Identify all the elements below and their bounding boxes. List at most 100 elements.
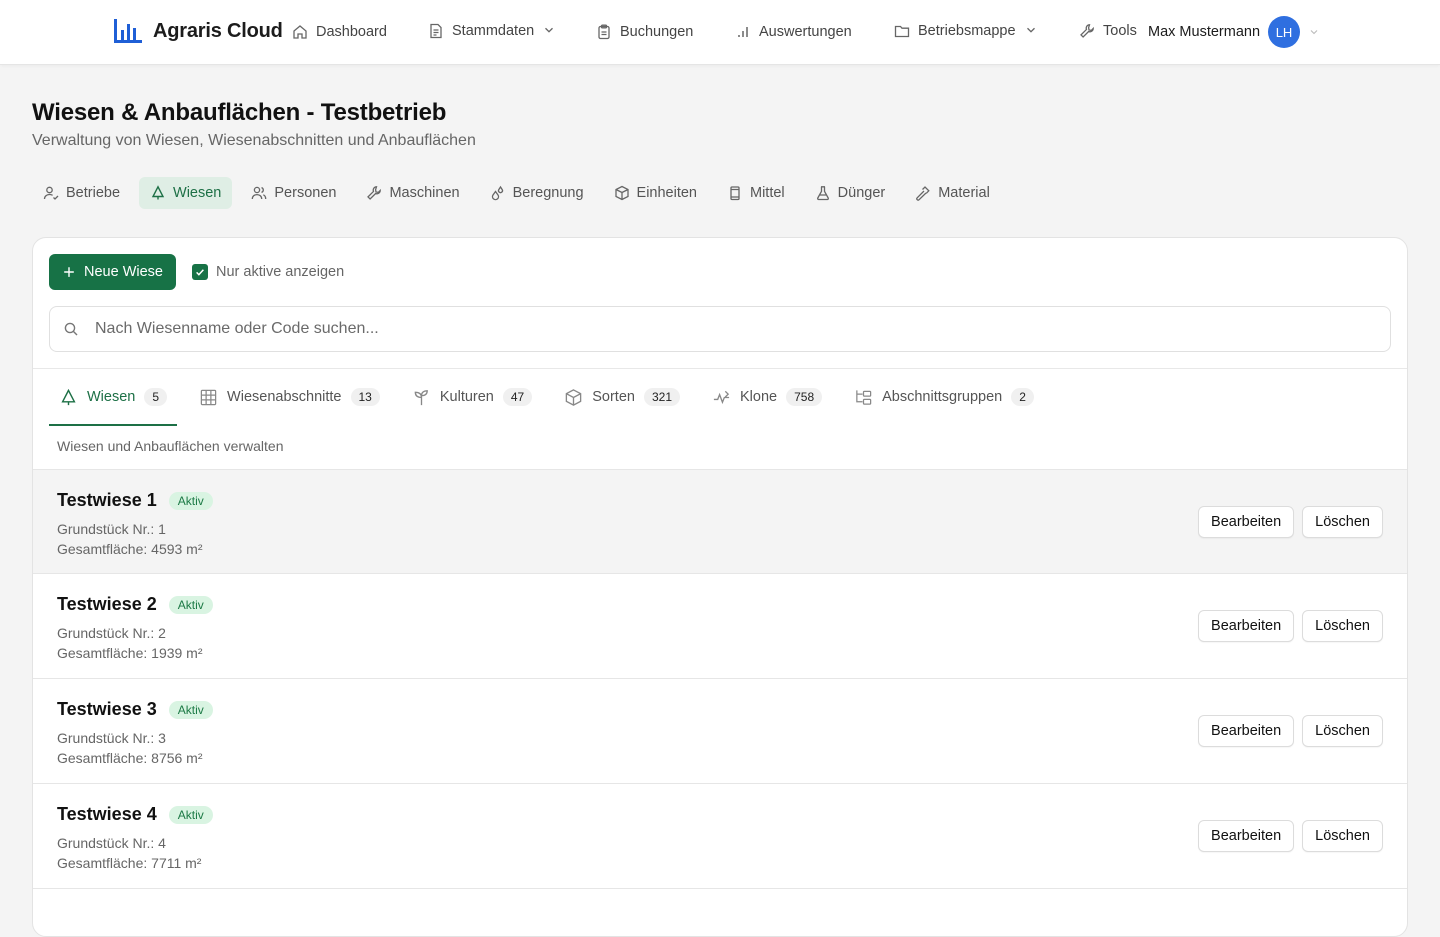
- subtab-wiesen[interactable]: Wiesen 5: [49, 370, 178, 426]
- user-menu[interactable]: Max Mustermann LH: [1148, 16, 1320, 48]
- edit-button[interactable]: Bearbeiten: [1198, 820, 1295, 852]
- document-icon: [428, 23, 444, 39]
- count-badge: 758: [786, 388, 823, 406]
- subtab-kulturen[interactable]: Kulturen 47: [402, 370, 542, 426]
- folder-icon: [894, 23, 910, 39]
- nav-auswertungen[interactable]: Auswertungen: [735, 21, 852, 43]
- wrench-icon: [1079, 23, 1095, 39]
- tab-label: Dünger: [837, 185, 886, 201]
- edit-button[interactable]: Bearbeiten: [1198, 610, 1295, 642]
- brand-name: Agraris Cloud: [153, 19, 283, 42]
- nav-dashboard[interactable]: Dashboard: [292, 21, 387, 43]
- brand[interactable]: Agraris Cloud: [113, 17, 283, 45]
- meadow-name: Testwiese 2: [57, 594, 157, 614]
- signal-bars-icon: [735, 24, 751, 40]
- edit-button[interactable]: Bearbeiten: [1198, 715, 1295, 747]
- parcel-number: Grundstück Nr.: 2: [57, 625, 166, 641]
- subtab-label: Klone: [740, 389, 778, 405]
- parcel-number: Grundstück Nr.: 3: [57, 730, 166, 746]
- subtab-label: Wiesen: [87, 389, 136, 405]
- subtab-wiesenabschnitte[interactable]: Wiesenabschnitte 13: [189, 370, 390, 426]
- search-box[interactable]: [49, 306, 1391, 352]
- subtab-klone[interactable]: Klone 758: [702, 370, 832, 426]
- subtab-label: Sorten: [592, 389, 635, 405]
- list-item[interactable]: Testwiese 1 Aktiv Grundstück Nr.: 1 Gesa…: [33, 469, 1407, 574]
- tab-mittel[interactable]: Mittel: [716, 177, 796, 209]
- subtab-label: Abschnittsgruppen: [882, 389, 1003, 405]
- user-check-icon: [43, 185, 59, 201]
- parcel-number: Grundstück Nr.: 1: [57, 521, 166, 537]
- tab-beregnung[interactable]: Beregnung: [479, 177, 595, 209]
- wrench-icon: [366, 185, 382, 201]
- nav-tools[interactable]: Tools: [1079, 20, 1137, 42]
- user-name: Max Mustermann: [1148, 24, 1261, 40]
- only-active-label: Nur aktive anzeigen: [216, 264, 345, 280]
- total-area: Gesamtfläche: 1939 m²: [57, 645, 203, 661]
- total-area: Gesamtfläche: 8756 m²: [57, 750, 203, 766]
- sub-tabs: Wiesen 5 Wiesenabschnitte 13 Kulturen 47…: [49, 370, 1056, 426]
- tab-maschinen[interactable]: Maschinen: [355, 177, 470, 209]
- top-navigation-bar: Agraris Cloud Dashboard Stammdaten Buchu…: [0, 0, 1440, 65]
- list-item[interactable]: Testwiese 4 Aktiv Grundstück Nr.: 4 Gesa…: [33, 784, 1407, 889]
- hammer-icon: [915, 185, 931, 201]
- tree-icon: [59, 388, 78, 407]
- nav-stammdaten[interactable]: Stammdaten: [428, 20, 558, 42]
- search-icon: [63, 321, 79, 337]
- status-badge: Aktiv: [168, 700, 213, 719]
- clipboard-icon: [596, 24, 612, 40]
- tab-label: Personen: [274, 185, 337, 201]
- nav-betriebsmappe[interactable]: Betriebsmappe: [894, 20, 1040, 42]
- tab-label: Einheiten: [636, 185, 697, 201]
- tab-einheiten[interactable]: Einheiten: [603, 177, 708, 209]
- status-badge: Aktiv: [168, 491, 213, 510]
- meadow-name: Testwiese 4: [57, 804, 157, 824]
- only-active-toggle[interactable]: Nur aktive anzeigen: [192, 264, 344, 280]
- tab-label: Material: [938, 185, 990, 201]
- search-input[interactable]: [95, 320, 1295, 338]
- nav-label: Buchungen: [620, 24, 694, 40]
- status-badge: Aktiv: [168, 805, 213, 824]
- meadow-name: Testwiese 1: [57, 490, 157, 510]
- page-title: Wiesen & Anbauflächen - Testbetrieb: [32, 99, 447, 126]
- count-badge: 5: [144, 388, 168, 406]
- split-icon: [712, 388, 731, 407]
- chevron-down-icon: [1024, 23, 1040, 39]
- meadow-list: Testwiese 1 Aktiv Grundstück Nr.: 1 Gesa…: [33, 469, 1407, 889]
- subtab-sorten[interactable]: Sorten 321: [554, 370, 690, 426]
- delete-button[interactable]: Löschen: [1302, 506, 1383, 538]
- nav-buchungen[interactable]: Buchungen: [596, 21, 693, 43]
- new-meadow-button[interactable]: Neue Wiese: [49, 254, 176, 290]
- edit-button[interactable]: Bearbeiten: [1198, 506, 1295, 538]
- tab-material[interactable]: Material: [904, 177, 1001, 209]
- avatar: LH: [1268, 16, 1301, 48]
- new-meadow-label: Neue Wiese: [84, 264, 163, 280]
- tab-label: Wiesen: [173, 185, 222, 201]
- list-item[interactable]: Testwiese 3 Aktiv Grundstück Nr.: 3 Gesa…: [33, 679, 1407, 784]
- total-area: Gesamtfläche: 4593 m²: [57, 541, 203, 557]
- tab-wiesen[interactable]: Wiesen: [139, 177, 233, 209]
- delete-button[interactable]: Löschen: [1302, 610, 1383, 642]
- tab-personen[interactable]: Personen: [240, 177, 347, 209]
- meadow-name: Testwiese 3: [57, 699, 157, 719]
- tab-description: Wiesen und Anbauflächen verwalten: [57, 438, 284, 454]
- users-icon: [251, 185, 267, 201]
- subtab-abschnittsgruppen[interactable]: Abschnittsgruppen 2: [844, 370, 1044, 426]
- tab-label: Betriebe: [66, 185, 121, 201]
- list-item[interactable]: Testwiese 2 Aktiv Grundstück Nr.: 2 Gesa…: [33, 574, 1407, 679]
- tab-betriebe[interactable]: Betriebe: [32, 177, 131, 209]
- subtab-label: Wiesenabschnitte: [227, 389, 342, 405]
- count-badge: 2: [1011, 388, 1034, 406]
- bar-chart-logo-icon: [113, 17, 143, 45]
- delete-button[interactable]: Löschen: [1302, 820, 1383, 852]
- meadows-card: Neue Wiese Nur aktive anzeigen Wiesen 5 …: [32, 237, 1408, 937]
- delete-button[interactable]: Löschen: [1302, 715, 1383, 747]
- chevron-down-icon: [542, 23, 558, 39]
- grid-icon: [199, 388, 218, 407]
- divider: [33, 368, 1407, 369]
- checkbox[interactable]: [192, 264, 208, 280]
- chevron-down-icon: [1308, 26, 1320, 38]
- count-badge: 47: [502, 388, 533, 406]
- count-badge: 321: [643, 388, 680, 406]
- tab-duenger[interactable]: Dünger: [804, 177, 897, 209]
- nav-label: Tools: [1103, 23, 1137, 39]
